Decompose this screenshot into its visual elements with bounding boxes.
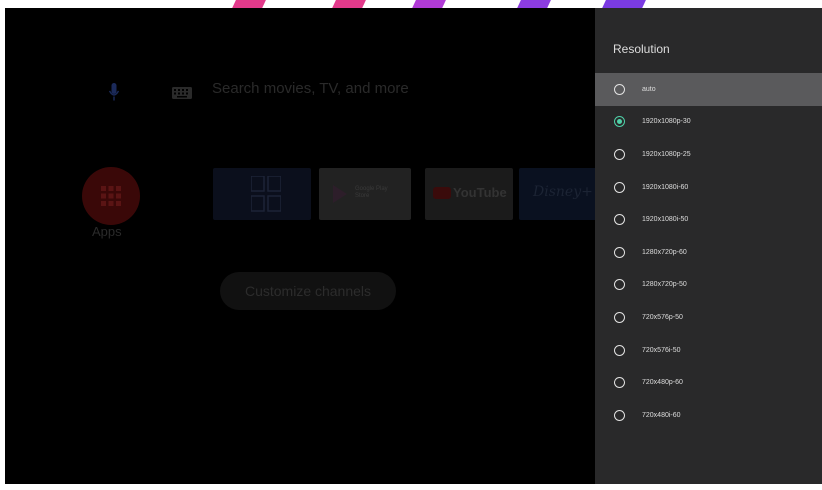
resolution-option-label: auto <box>642 85 656 93</box>
radio-unchecked-icon[interactable] <box>614 148 625 160</box>
resolution-option-label: 720x576p-50 <box>642 313 683 321</box>
resolution-options: auto 1920x1080p-30 1920x1080p-25 1920x1080i… <box>595 73 822 432</box>
radio-unchecked-icon[interactable] <box>614 377 625 389</box>
radio-unchecked-icon[interactable] <box>614 246 625 258</box>
radio-checked-icon[interactable] <box>614 116 625 128</box>
search-placeholder[interactable]: Search movies, TV, and more <box>212 80 409 97</box>
grid-icon <box>101 186 121 206</box>
radio-unchecked-icon[interactable] <box>614 311 625 323</box>
pink-mark <box>331 0 369 8</box>
keyboard-icon[interactable] <box>172 87 192 99</box>
resolution-option-label: 720x480i-60 <box>642 411 681 419</box>
purple-mark <box>601 0 649 8</box>
resolution-option[interactable]: 720x576i-50 <box>595 334 822 367</box>
tv-screen: Search movies, TV, and more Apps Google … <box>5 8 822 484</box>
apps-label: Apps <box>92 224 122 239</box>
resolution-option[interactable]: 1920x1080i-60 <box>595 171 822 204</box>
purple-mark <box>411 0 449 8</box>
top-decorative-marks <box>0 0 822 8</box>
app-tile-google-play[interactable]: Google Play Store <box>319 168 411 220</box>
app-tile-disney[interactable]: Disney+ <box>519 168 599 220</box>
resolution-option-label: 720x576i-50 <box>642 346 681 354</box>
resolution-option[interactable]: auto <box>595 73 822 106</box>
resolution-option[interactable]: 1920x1080i-50 <box>595 203 822 236</box>
resolution-option-label: 1920x1080p-25 <box>642 150 691 158</box>
play-store-label: Google Play Store <box>355 186 388 199</box>
app-tile-multi[interactable] <box>213 168 311 220</box>
resolution-option[interactable]: 1280x720p-60 <box>595 236 822 269</box>
resolution-option[interactable]: 720x480i-60 <box>595 399 822 432</box>
play-store-icon <box>333 185 347 203</box>
resolution-option[interactable]: 1280x720p-50 <box>595 269 822 302</box>
panel-title: Resolution <box>613 42 670 56</box>
radio-unchecked-icon[interactable] <box>614 344 625 356</box>
resolution-option[interactable]: 720x480p-60 <box>595 366 822 399</box>
purple-mark <box>516 0 554 8</box>
app-tile-youtube[interactable]: YouTube <box>425 168 513 220</box>
radio-unchecked-icon[interactable] <box>614 181 625 193</box>
youtube-icon <box>433 187 451 199</box>
resolution-option[interactable]: 1920x1080p-30 <box>595 106 822 139</box>
resolution-option-label: 720x480p-60 <box>642 379 683 387</box>
radio-unchecked-icon[interactable] <box>614 279 625 291</box>
home-screen-dimmed: Search movies, TV, and more Apps Google … <box>5 8 599 484</box>
radio-unchecked-icon[interactable] <box>614 214 625 226</box>
resolution-option[interactable]: 720x576p-50 <box>595 301 822 334</box>
mic-icon[interactable] <box>109 83 119 101</box>
resolution-option-label: 1920x1080p-30 <box>642 118 691 126</box>
resolution-option-label: 1280x720p-60 <box>642 248 687 256</box>
pink-mark <box>231 0 269 8</box>
multi-app-icon <box>251 176 281 212</box>
resolution-option-label: 1920x1080i-60 <box>642 183 689 191</box>
radio-unchecked-icon[interactable] <box>614 83 625 95</box>
radio-unchecked-icon[interactable] <box>614 409 625 421</box>
resolution-option-label: 1280x720p-50 <box>642 281 687 289</box>
customize-channels-button[interactable]: Customize channels <box>220 272 396 310</box>
resolution-option[interactable]: 1920x1080p-25 <box>595 138 822 171</box>
resolution-panel: Resolution auto 1920x1080p-30 1920x1080p-2… <box>595 8 822 484</box>
youtube-label: YouTube <box>453 185 507 200</box>
disney-logo: Disney+ <box>533 184 593 200</box>
resolution-option-label: 1920x1080i-50 <box>642 216 689 224</box>
apps-button[interactable] <box>82 167 140 225</box>
